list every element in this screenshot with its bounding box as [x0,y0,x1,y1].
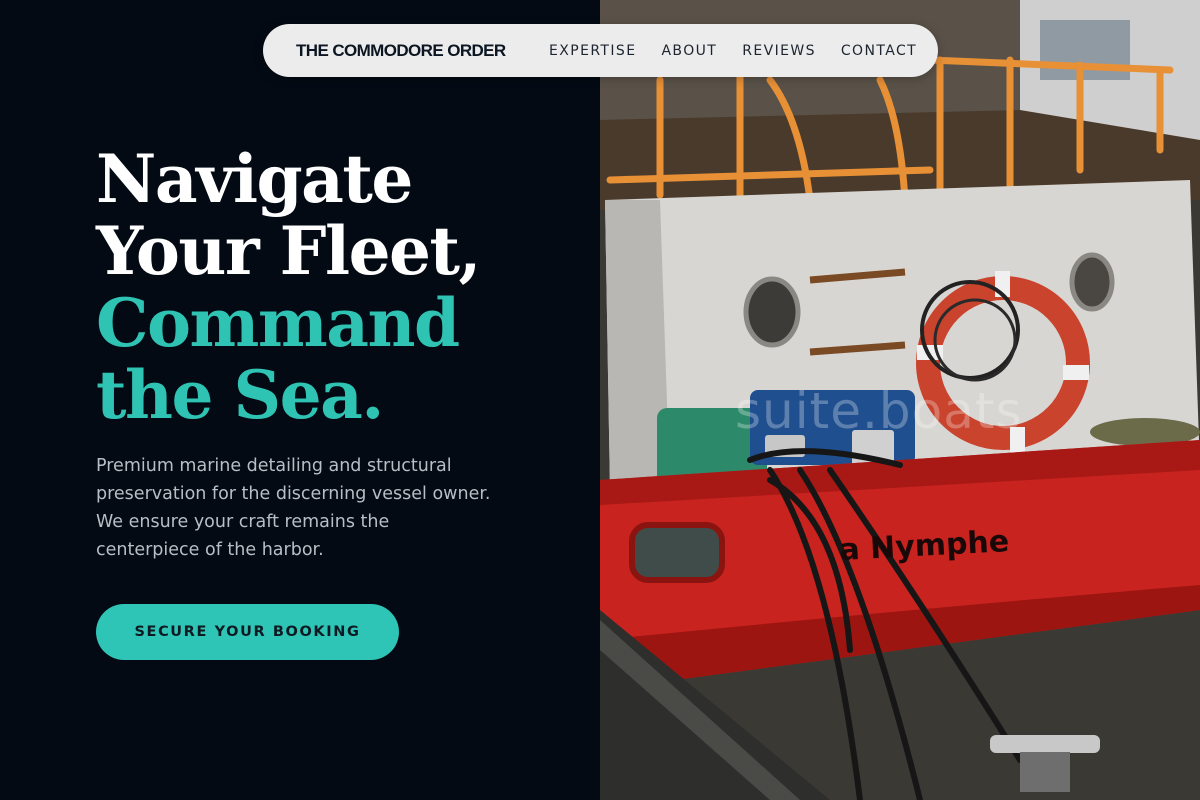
brand-logo[interactable]: THE COMMODORE ORDER [296,41,549,61]
nav-link-reviews[interactable]: REVIEWS [742,43,816,59]
hero-title-line-3: Command [96,284,460,362]
hero-title: Navigate Your Fleet, Command the Sea. [96,143,576,431]
nav-link-contact[interactable]: CONTACT [841,43,917,59]
top-nav: THE COMMODORE ORDER EXPERTISE ABOUT REVI… [263,24,938,77]
hero-title-line-4: the Sea. [96,356,384,434]
hero-title-line-1: Navigate [96,140,413,218]
secure-booking-button[interactable]: SECURE YOUR BOOKING [96,604,399,660]
hero-title-line-2: Your Fleet, [96,212,482,290]
nav-link-about[interactable]: ABOUT [661,43,717,59]
nav-link-expertise[interactable]: EXPERTISE [549,43,636,59]
hero-description: Premium marine detailing and structural … [96,456,491,560]
nav-links: EXPERTISE ABOUT REVIEWS CONTACT [549,43,917,59]
hero-image: a Nymphe [600,0,1200,800]
